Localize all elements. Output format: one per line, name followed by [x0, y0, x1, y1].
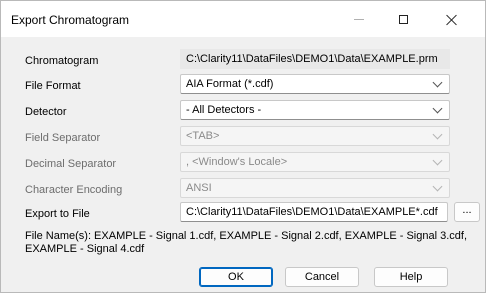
export-to-file-value: C:\Clarity11\DataFiles\DEMO1\Data\EXAMPL… [186, 206, 438, 218]
character-encoding-label: Character Encoding [25, 184, 123, 196]
character-encoding-value: ANSI [186, 182, 212, 194]
browse-button[interactable]: ... [454, 202, 480, 222]
chevron-down-icon [432, 155, 443, 166]
field-separator-value: <TAB> [186, 130, 220, 142]
help-button[interactable]: Help [374, 267, 448, 287]
file-format-label: File Format [25, 80, 81, 92]
export-chromatogram-dialog: Export Chromatogram Chromatogram C:\Clar… [0, 0, 486, 293]
chevron-down-icon [432, 181, 443, 192]
maximize-icon [398, 14, 408, 24]
detector-label: Detector [25, 106, 67, 118]
chevron-down-icon [432, 77, 443, 88]
detector-select[interactable]: - All Detectors - [180, 100, 450, 120]
chromatogram-field: C:\Clarity11\DataFiles\DEMO1\Data\EXAMPL… [180, 49, 450, 69]
minimize-icon [354, 18, 364, 20]
decimal-separator-value: , <Window's Locale> [186, 156, 288, 168]
ok-button[interactable]: OK [199, 267, 273, 287]
dialog-title: Export Chromatogram [11, 13, 130, 27]
export-to-file-label: Export to File [25, 208, 90, 220]
detector-value: - All Detectors - [186, 104, 262, 116]
file-names-text: File Name(s): EXAMPLE - Signal 1.cdf, EX… [25, 230, 468, 255]
chevron-down-icon [432, 129, 443, 140]
character-encoding-select: ANSI [180, 178, 450, 198]
file-format-value: AIA Format (*.cdf) [186, 78, 274, 90]
title-bar: Export Chromatogram [1, 1, 485, 37]
field-separator-select: <TAB> [180, 126, 450, 146]
close-icon [446, 14, 457, 25]
chevron-down-icon [432, 103, 443, 114]
minimize-button[interactable] [337, 1, 381, 37]
field-separator-label: Field Separator [25, 132, 101, 144]
cancel-button[interactable]: Cancel [285, 267, 359, 287]
export-to-file-input[interactable]: C:\Clarity11\DataFiles\DEMO1\Data\EXAMPL… [180, 202, 448, 222]
decimal-separator-select: , <Window's Locale> [180, 152, 450, 172]
chromatogram-label: Chromatogram [25, 55, 99, 67]
close-button[interactable] [429, 1, 473, 37]
chromatogram-value: C:\Clarity11\DataFiles\DEMO1\Data\EXAMPL… [186, 53, 438, 65]
file-format-select[interactable]: AIA Format (*.cdf) [180, 74, 450, 94]
maximize-button[interactable] [381, 1, 425, 37]
decimal-separator-label: Decimal Separator [25, 158, 117, 170]
